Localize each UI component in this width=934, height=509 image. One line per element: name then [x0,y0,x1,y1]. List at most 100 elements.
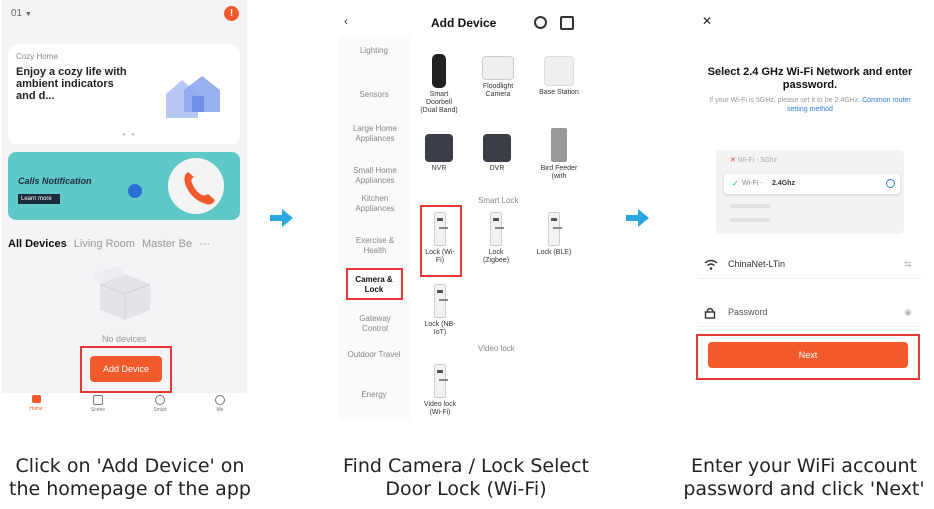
next-highlight [696,334,920,380]
smart-icon [155,395,165,405]
category-energy[interactable]: Energy [338,390,410,400]
empty-state-text: No devices [102,334,147,344]
device-base-station-label: Base Station [539,89,579,96]
arrow-right-icon [624,208,650,228]
nav-me[interactable]: Me [208,395,232,413]
more-tabs-icon[interactable]: ··· [199,238,210,250]
me-icon [215,395,225,405]
nav-home-label: Home [29,406,43,412]
close-label: ✕ [702,14,713,28]
lock-icon [704,306,716,324]
wifi-setup-title: Select 2.4 GHz Wi-Fi Network and enter p… [707,66,913,91]
home-icon [31,395,41,403]
password-input: Password [728,307,768,317]
wifi-hint: If your Wi-Fi is 5GHz, please set it to … [706,96,914,114]
category-exercise-health[interactable]: Exercise & Health [350,236,400,256]
wifi-24-label: 2.4Ghz [772,180,795,187]
doorbell-image [432,54,446,88]
wifi-placeholder-bar [730,218,770,222]
password-field[interactable]: Password ◉ [698,304,922,327]
device-dvr[interactable]: DVR [482,134,512,173]
nav-home[interactable]: Home [24,395,48,412]
category-small-home-appliances[interactable]: Small Home Appliances [350,166,400,186]
dropdown-icon: ▼ [24,11,32,18]
device-video-lock[interactable]: Video lock (Wi-Fi) [422,364,458,417]
category-outdoor-travel[interactable]: Outdoor Travel [338,350,410,360]
device-lock-zigbee[interactable]: Lock (Zigbee) [478,212,514,265]
lock-wifi-highlight [420,205,462,277]
nav-scene[interactable]: Scene [86,395,110,413]
home-selector[interactable]: 01 ▼ [11,8,32,19]
screen-add-device: ‹ Add Device Lighting Sensors Large Home… [338,0,590,420]
room-tabs: All Devices Living Room Master Be ··· [8,238,210,250]
device-floodlight-camera[interactable]: Floodlight Camera [476,56,520,99]
category-sensors[interactable]: Sensors [338,90,410,100]
wifi-5g-x-icon: ✕ [730,157,736,164]
caption-step-1: Click on 'Add Device' on the homepage of… [9,455,251,500]
screen-wifi-setup: ✕ Select 2.4 GHz Wi-Fi Network and enter… [688,0,932,420]
nav-me-label: Me [216,407,224,413]
category-sidebar: Lighting Sensors Large Home Appliances S… [338,36,410,420]
ssid-value: ChinaNet-LTin [728,259,786,269]
tab-living-room[interactable]: Living Room [74,238,135,250]
info-icon [886,179,895,188]
lock-ble-image [548,212,562,246]
add-device-highlight [80,346,172,393]
ssid-field[interactable]: ChinaNet-LTin ⇆ [698,256,922,279]
category-large-home-appliances[interactable]: Large Home Appliances [350,124,400,144]
banner-card[interactable]: Cozy Home Enjoy a cozy life with ambient… [8,44,240,144]
floodlight-image [482,56,514,80]
wifi-hint-text: If your Wi-Fi is 5GHz, please set it to … [709,97,861,104]
banner-text: Enjoy a cozy life with ambient indicator… [16,66,127,102]
device-bird-feeder[interactable]: Bird Feeder (with [536,128,582,181]
wifi-24-row: ✓ Wi-Fi - 2.4Ghz [724,174,900,194]
wifi-5g-row: ✕ Wi-Fi - 5Ghz [730,156,777,164]
screen-home: 01 ▼ ! Cozy Home Enjoy a cozy life with … [2,0,247,420]
banner-label: Cozy Home [16,52,58,61]
category-lighting[interactable]: Lighting [338,46,410,56]
dvr-image [483,134,511,162]
device-smart-doorbell[interactable]: Smart Doorbell (Dual Band) [418,54,460,115]
promo-card[interactable]: Calls Notification Learn more [8,152,240,220]
back-icon[interactable]: ‹ [344,14,348,28]
home-selector-label: 01 [11,8,23,19]
device-nvr-label: NVR [431,165,447,172]
eye-icon[interactable]: ◉ [904,307,912,318]
device-lock-nbiot-label: Lock (NB-IoT) [424,321,456,336]
video-lock-heading: Video lock [478,344,515,353]
promo-text: Calls Notification [18,176,92,186]
qr-icon[interactable] [560,16,574,30]
device-video-lock-label: Video lock (Wi-Fi) [423,401,457,416]
lock-zigbee-image [490,212,504,246]
wifi-icon [704,258,718,276]
bird-feeder-image [551,128,567,162]
promo-button[interactable]: Learn more [18,194,60,204]
category-kitchen-appliances[interactable]: Kitchen Appliances [350,194,400,214]
close-icon[interactable]: ✕ [702,14,712,28]
device-lock-ble-label: Lock (BLE) [536,249,572,256]
tab-all-devices[interactable]: All Devices [8,238,67,250]
wifi-illustration: ✕ Wi-Fi - 5Ghz ✓ Wi-Fi - 2.4Ghz [716,150,904,234]
device-nvr[interactable]: NVR [424,134,454,173]
notification-icon[interactable]: ! [224,6,239,21]
device-lock-ble[interactable]: Lock (BLE) [536,212,572,257]
badge-icon [128,184,142,198]
nav-smart[interactable]: Smart [148,395,172,413]
device-base-station[interactable]: Base Station [534,56,584,97]
phone-icon [168,158,224,214]
category-gateway-control[interactable]: Gateway Control [350,314,400,334]
base-station-image [544,56,574,86]
nav-smart-label: Smart [153,407,167,413]
tab-master-bedroom[interactable]: Master Be [142,238,192,250]
switch-network-icon[interactable]: ⇆ [904,259,912,270]
scan-icon[interactable] [534,16,547,29]
wifi-24-prefix: Wi-Fi - [742,180,763,187]
camera-lock-highlight [346,268,403,300]
wifi-placeholder-bar [730,204,770,208]
arrow-right-icon [268,208,294,228]
device-lock-nbiot[interactable]: Lock (NB-IoT) [422,284,458,337]
box-icon [90,262,160,322]
device-smart-doorbell-label: Smart Doorbell (Dual Band) [420,91,458,114]
device-lock-zigbee-label: Lock (Zigbee) [482,249,510,264]
lock-nbiot-image [434,284,448,318]
